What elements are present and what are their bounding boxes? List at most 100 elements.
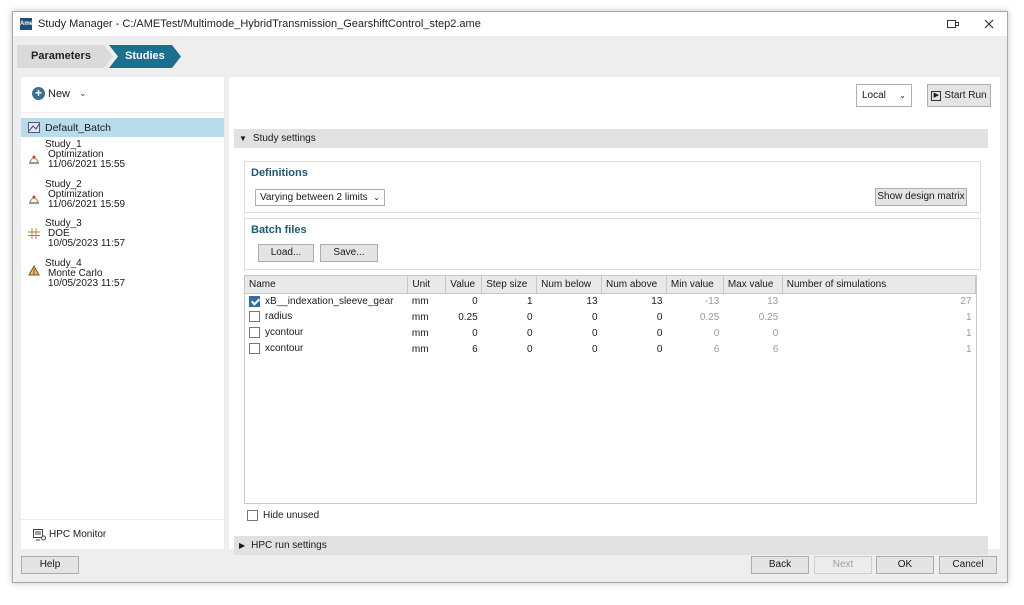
num-below-cell[interactable]: 0 <box>537 309 602 325</box>
start-run-label: Start Run <box>944 90 987 101</box>
row-checkbox[interactable] <box>249 311 260 323</box>
num-simulations-cell: 1 <box>965 311 972 323</box>
ok-button[interactable]: OK <box>876 556 934 574</box>
study-name: Default_Batch <box>45 121 111 134</box>
parameter-name: ycontour <box>265 327 304 339</box>
study-date: 11/06/2021 15:55 <box>48 159 126 170</box>
num-below-cell[interactable]: 13 <box>537 293 602 309</box>
app-logo-icon: Ame <box>20 18 33 30</box>
num-above-cell[interactable]: 0 <box>602 309 667 325</box>
save-button[interactable]: Save... <box>320 244 378 262</box>
value-cell[interactable]: 0.25 <box>446 309 482 325</box>
unit-cell: mm <box>411 343 429 355</box>
restore-window-icon[interactable] <box>935 12 971 36</box>
value-cell[interactable]: 6 <box>446 341 482 357</box>
load-button[interactable]: Load... <box>258 244 314 262</box>
parameter-name: xB__indexation_sleeve_gear <box>265 295 394 307</box>
study-manager-window: Ame Study Manager - C:/AMETest/Multimode… <box>12 11 1008 583</box>
max-value-cell: 0 <box>772 327 779 339</box>
parameter-name-cell: xB__indexation_sleeve_gear <box>245 293 408 309</box>
column-header-min-value[interactable]: Min value <box>666 276 724 294</box>
batch-files-title: Batch files <box>251 224 307 236</box>
table-row[interactable]: xcontour mm 6 0 0 0 6 6 1 <box>245 341 976 357</box>
num-below-cell[interactable]: 0 <box>537 341 602 357</box>
value-cell[interactable]: 0 <box>446 325 482 341</box>
hpc-monitor-icon <box>33 528 46 540</box>
start-run-button[interactable]: ▶ Start Run <box>927 84 991 107</box>
hide-unused-checkbox[interactable]: Hide unused <box>247 510 319 521</box>
table-header-row: Name Unit Value Step size Num below Num … <box>245 276 976 294</box>
parameter-name-cell: xcontour <box>245 341 408 357</box>
doe-icon <box>27 227 41 239</box>
study-item-default-batch[interactable]: Default_Batch <box>21 118 224 137</box>
window-title: Study Manager - C:/AMETest/Multimode_Hyb… <box>38 18 481 30</box>
value-cell[interactable]: 0 <box>446 293 482 309</box>
new-study-button[interactable]: + New ⌄ <box>32 87 87 100</box>
close-icon[interactable] <box>971 12 1007 36</box>
definition-mode-value: Varying between 2 limits <box>260 192 368 203</box>
column-header-unit[interactable]: Unit <box>407 276 447 294</box>
step-size-cell[interactable]: 1 <box>482 293 537 309</box>
column-header-max-value[interactable]: Max value <box>723 276 783 294</box>
row-checkbox[interactable] <box>249 343 260 355</box>
parameter-name-cell: ycontour <box>245 325 408 341</box>
hpc-run-settings-title: HPC run settings <box>251 540 327 551</box>
num-above-cell[interactable]: 13 <box>602 293 667 309</box>
table-row[interactable]: radius mm 0.25 0 0 0 0.25 0.25 1 <box>245 309 976 325</box>
num-simulations-cell: 27 <box>960 295 972 307</box>
column-header-num-above[interactable]: Num above <box>601 276 667 294</box>
batch-files-group: Batch files Load... Save... <box>244 218 981 270</box>
show-design-matrix-button[interactable]: Show design matrix <box>875 188 967 206</box>
hpc-monitor-button[interactable]: HPC Monitor <box>21 520 224 549</box>
parameter-name: xcontour <box>265 343 304 355</box>
study-item-study-4[interactable]: Study_4 Monte Carlo 10/05/2023 11:57 <box>21 259 224 289</box>
breadcrumb-parameters[interactable]: Parameters <box>17 45 113 68</box>
definitions-group: Definitions Varying between 2 limits ⌄ S… <box>244 161 981 213</box>
column-header-step-size[interactable]: Step size <box>481 276 538 294</box>
breadcrumb-studies[interactable]: Studies <box>109 45 181 68</box>
help-button[interactable]: Help <box>21 556 79 574</box>
num-above-cell[interactable]: 0 <box>602 325 667 341</box>
step-size-cell[interactable]: 0 <box>482 309 537 325</box>
optimization-icon <box>27 192 41 204</box>
column-header-num-below[interactable]: Num below <box>536 276 603 294</box>
table-row[interactable]: ycontour mm 0 0 0 0 0 0 1 <box>245 325 976 341</box>
row-checkbox[interactable] <box>249 327 260 339</box>
num-above-cell[interactable]: 0 <box>602 341 667 357</box>
study-detail-panel: Local ⌄ ▶ Start Run ▼ Study settings Def… <box>229 77 1000 555</box>
num-simulations-cell: 1 <box>965 343 972 355</box>
unit-cell: mm <box>411 327 429 339</box>
step-size-cell[interactable]: 0 <box>482 341 537 357</box>
cancel-button[interactable]: Cancel <box>939 556 997 574</box>
column-header-name[interactable]: Name <box>245 276 409 294</box>
chevron-down-icon: ⌄ <box>373 193 380 202</box>
parameter-name-cell: radius <box>245 309 408 325</box>
study-settings-header[interactable]: ▼ Study settings <box>234 129 988 148</box>
min-value-cell: 6 <box>713 343 720 355</box>
study-item-study-3[interactable]: Study_3 DOE 10/05/2023 11:57 <box>21 219 224 249</box>
back-button[interactable]: Back <box>751 556 809 574</box>
column-header-value[interactable]: Value <box>445 276 483 294</box>
study-date: 10/05/2023 11:57 <box>48 238 126 249</box>
max-value-cell: 13 <box>767 295 779 307</box>
run-location-select[interactable]: Local ⌄ <box>856 84 912 107</box>
parameter-name: radius <box>265 311 293 323</box>
chevron-right-icon: ▶ <box>239 541 246 550</box>
study-date: 11/06/2021 15:59 <box>48 199 126 210</box>
hpc-monitor-label: HPC Monitor <box>49 529 107 540</box>
hpc-run-settings-header[interactable]: ▶ HPC run settings <box>234 536 988 555</box>
hide-unused-box[interactable] <box>247 510 258 521</box>
study-list: Default_Batch Study_1 Optimization 11/06… <box>21 113 224 519</box>
study-item-study-1[interactable]: Study_1 Optimization 11/06/2021 15:55 <box>21 140 224 170</box>
step-size-cell[interactable]: 0 <box>482 325 537 341</box>
definition-mode-select[interactable]: Varying between 2 limits ⌄ <box>255 189 385 206</box>
chevron-down-icon: ▼ <box>239 134 247 143</box>
table-row[interactable]: xB__indexation_sleeve_gear mm 0 1 13 13 … <box>245 293 976 309</box>
row-checkbox[interactable] <box>249 295 260 307</box>
num-below-cell[interactable]: 0 <box>537 325 602 341</box>
study-item-study-2[interactable]: Study_2 Optimization 11/06/2021 15:59 <box>21 180 224 210</box>
study-settings-title: Study settings <box>252 133 316 144</box>
monte-carlo-icon <box>27 264 41 276</box>
next-button[interactable]: Next <box>814 556 872 574</box>
column-header-number-of-simulations[interactable]: Number of simulations <box>782 276 976 294</box>
